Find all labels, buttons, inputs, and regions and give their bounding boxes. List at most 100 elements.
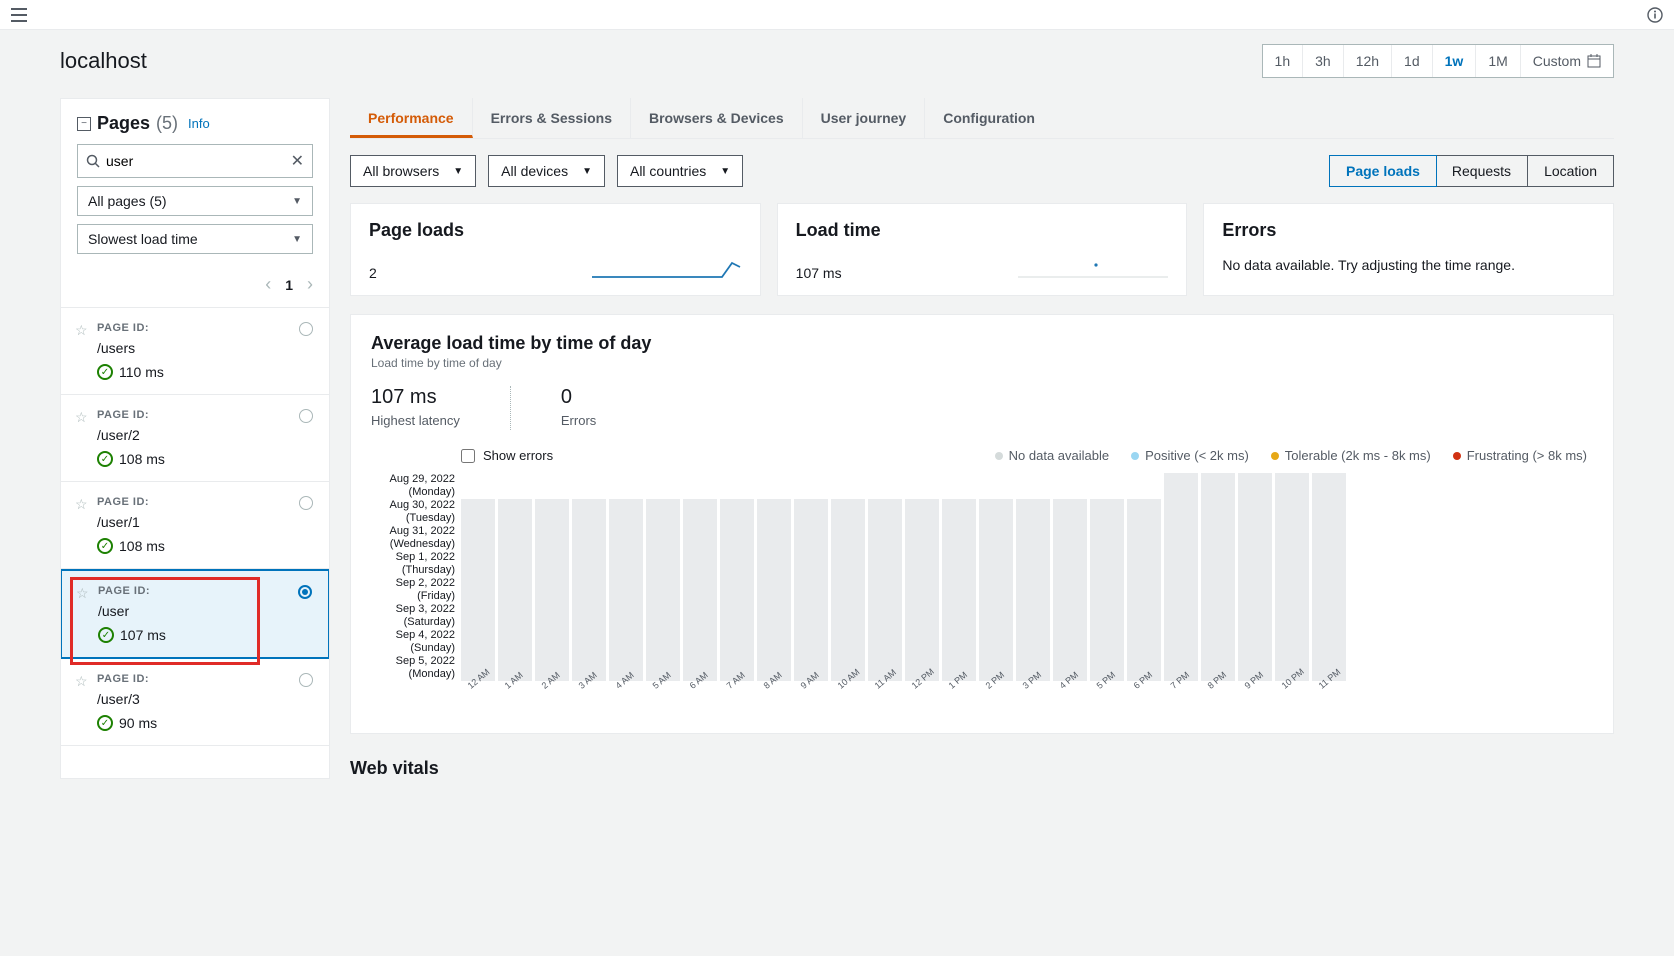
heatmap-cell[interactable] (683, 551, 717, 577)
heatmap-cell[interactable] (905, 499, 939, 525)
heatmap-cell[interactable] (1238, 525, 1272, 551)
heatmap-cell[interactable] (905, 629, 939, 655)
browser-filter[interactable]: All browsers▼ (350, 155, 476, 187)
heatmap-cell[interactable] (1164, 525, 1198, 551)
heatmap-cell[interactable] (1238, 499, 1272, 525)
radio-select[interactable] (299, 496, 313, 510)
heatmap-cell[interactable] (1053, 551, 1087, 577)
heatmap-cell[interactable] (1201, 551, 1235, 577)
heatmap-cell[interactable] (1090, 603, 1124, 629)
heatmap-cell[interactable] (683, 499, 717, 525)
heatmap-cell[interactable] (868, 473, 902, 499)
heatmap-cell[interactable] (1275, 525, 1309, 551)
show-errors-checkbox[interactable]: Show errors (461, 448, 553, 463)
tab-user-journey[interactable]: User journey (803, 98, 926, 138)
heatmap-cell[interactable] (720, 525, 754, 551)
heatmap-cell[interactable] (979, 577, 1013, 603)
radio-select[interactable] (299, 673, 313, 687)
next-page-icon[interactable]: › (307, 274, 313, 295)
heatmap-cell[interactable] (461, 499, 495, 525)
heatmap-cell[interactable] (572, 499, 606, 525)
heatmap-cell[interactable] (831, 525, 865, 551)
heatmap-cell[interactable] (1016, 603, 1050, 629)
heatmap-cell[interactable] (1016, 629, 1050, 655)
heatmap-cell[interactable] (831, 499, 865, 525)
heatmap-cell[interactable] (1127, 551, 1161, 577)
heatmap-cell[interactable] (1164, 551, 1198, 577)
heatmap-cell[interactable] (646, 551, 680, 577)
heatmap-cell[interactable] (1127, 499, 1161, 525)
heatmap-cell[interactable] (720, 473, 754, 499)
time-range-1h[interactable]: 1h (1263, 45, 1304, 77)
heatmap-cell[interactable] (1090, 499, 1124, 525)
heatmap-cell[interactable] (461, 551, 495, 577)
heatmap-cell[interactable] (1016, 551, 1050, 577)
tab-browsers-devices[interactable]: Browsers & Devices (631, 98, 803, 138)
heatmap-cell[interactable] (572, 629, 606, 655)
tab-configuration[interactable]: Configuration (925, 98, 1053, 138)
heatmap-cell[interactable] (1201, 525, 1235, 551)
heatmap-cell[interactable] (757, 629, 791, 655)
heatmap-cell[interactable] (757, 499, 791, 525)
heatmap-cell[interactable] (1275, 499, 1309, 525)
heatmap-cell[interactable] (609, 473, 643, 499)
heatmap-cell[interactable] (1201, 473, 1235, 499)
heatmap-cell[interactable] (1090, 551, 1124, 577)
heatmap-cell[interactable] (942, 577, 976, 603)
heatmap-cell[interactable] (1238, 551, 1272, 577)
heatmap-cell[interactable] (720, 551, 754, 577)
prev-page-icon[interactable]: ‹ (265, 274, 271, 295)
heatmap-cell[interactable] (646, 525, 680, 551)
heatmap-cell[interactable] (1090, 525, 1124, 551)
time-range-1w[interactable]: 1w (1433, 45, 1477, 77)
heatmap-cell[interactable] (1275, 551, 1309, 577)
heatmap-cell[interactable] (868, 551, 902, 577)
device-filter[interactable]: All devices▼ (488, 155, 605, 187)
heatmap-cell[interactable] (794, 629, 828, 655)
star-icon[interactable]: ☆ (75, 409, 88, 426)
view-toggle-requests[interactable]: Requests (1436, 156, 1528, 186)
heatmap-cell[interactable] (683, 525, 717, 551)
heatmap-cell[interactable] (498, 577, 532, 603)
show-errors-input[interactable] (461, 449, 475, 463)
heatmap-cell[interactable] (794, 551, 828, 577)
star-icon[interactable]: ☆ (75, 673, 88, 690)
view-toggle-page-loads[interactable]: Page loads (1329, 155, 1437, 187)
heatmap-cell[interactable] (1127, 577, 1161, 603)
heatmap-cell[interactable] (1127, 473, 1161, 499)
radio-select[interactable] (298, 585, 312, 599)
page-item[interactable]: ☆PAGE ID:/user✓107 ms (61, 569, 329, 659)
heatmap-cell[interactable] (794, 525, 828, 551)
heatmap-cell[interactable] (1053, 525, 1087, 551)
time-range-custom[interactable]: Custom (1521, 45, 1613, 77)
heatmap-cell[interactable] (942, 473, 976, 499)
heatmap-cell[interactable] (609, 629, 643, 655)
heatmap-cell[interactable] (1275, 577, 1309, 603)
heatmap-cell[interactable] (979, 551, 1013, 577)
heatmap-cell[interactable] (609, 525, 643, 551)
heatmap-cell[interactable] (1238, 577, 1272, 603)
heatmap-cell[interactable] (1312, 499, 1346, 525)
filter-pages-select[interactable]: All pages (5) ▼ (77, 186, 313, 216)
heatmap-cell[interactable] (1127, 603, 1161, 629)
heatmap-cell[interactable] (1238, 603, 1272, 629)
heatmap-cell[interactable] (1275, 603, 1309, 629)
heatmap-cell[interactable] (942, 525, 976, 551)
heatmap-cell[interactable] (1275, 629, 1309, 655)
heatmap-cell[interactable] (683, 577, 717, 603)
heatmap-cell[interactable] (498, 551, 532, 577)
heatmap-cell[interactable] (1201, 499, 1235, 525)
heatmap-cell[interactable] (1090, 577, 1124, 603)
heatmap-cell[interactable] (1127, 525, 1161, 551)
heatmap-cell[interactable] (868, 577, 902, 603)
heatmap-cell[interactable] (1201, 603, 1235, 629)
heatmap-cell[interactable] (1053, 473, 1087, 499)
heatmap-cell[interactable] (646, 499, 680, 525)
heatmap-cell[interactable] (461, 603, 495, 629)
heatmap-cell[interactable] (1053, 577, 1087, 603)
heatmap-cell[interactable] (1164, 629, 1198, 655)
page-item[interactable]: ☆PAGE ID:/user/3✓90 ms (61, 659, 329, 746)
heatmap-cell[interactable] (868, 499, 902, 525)
collapse-icon[interactable]: − (77, 117, 91, 131)
heatmap-cell[interactable] (1053, 603, 1087, 629)
